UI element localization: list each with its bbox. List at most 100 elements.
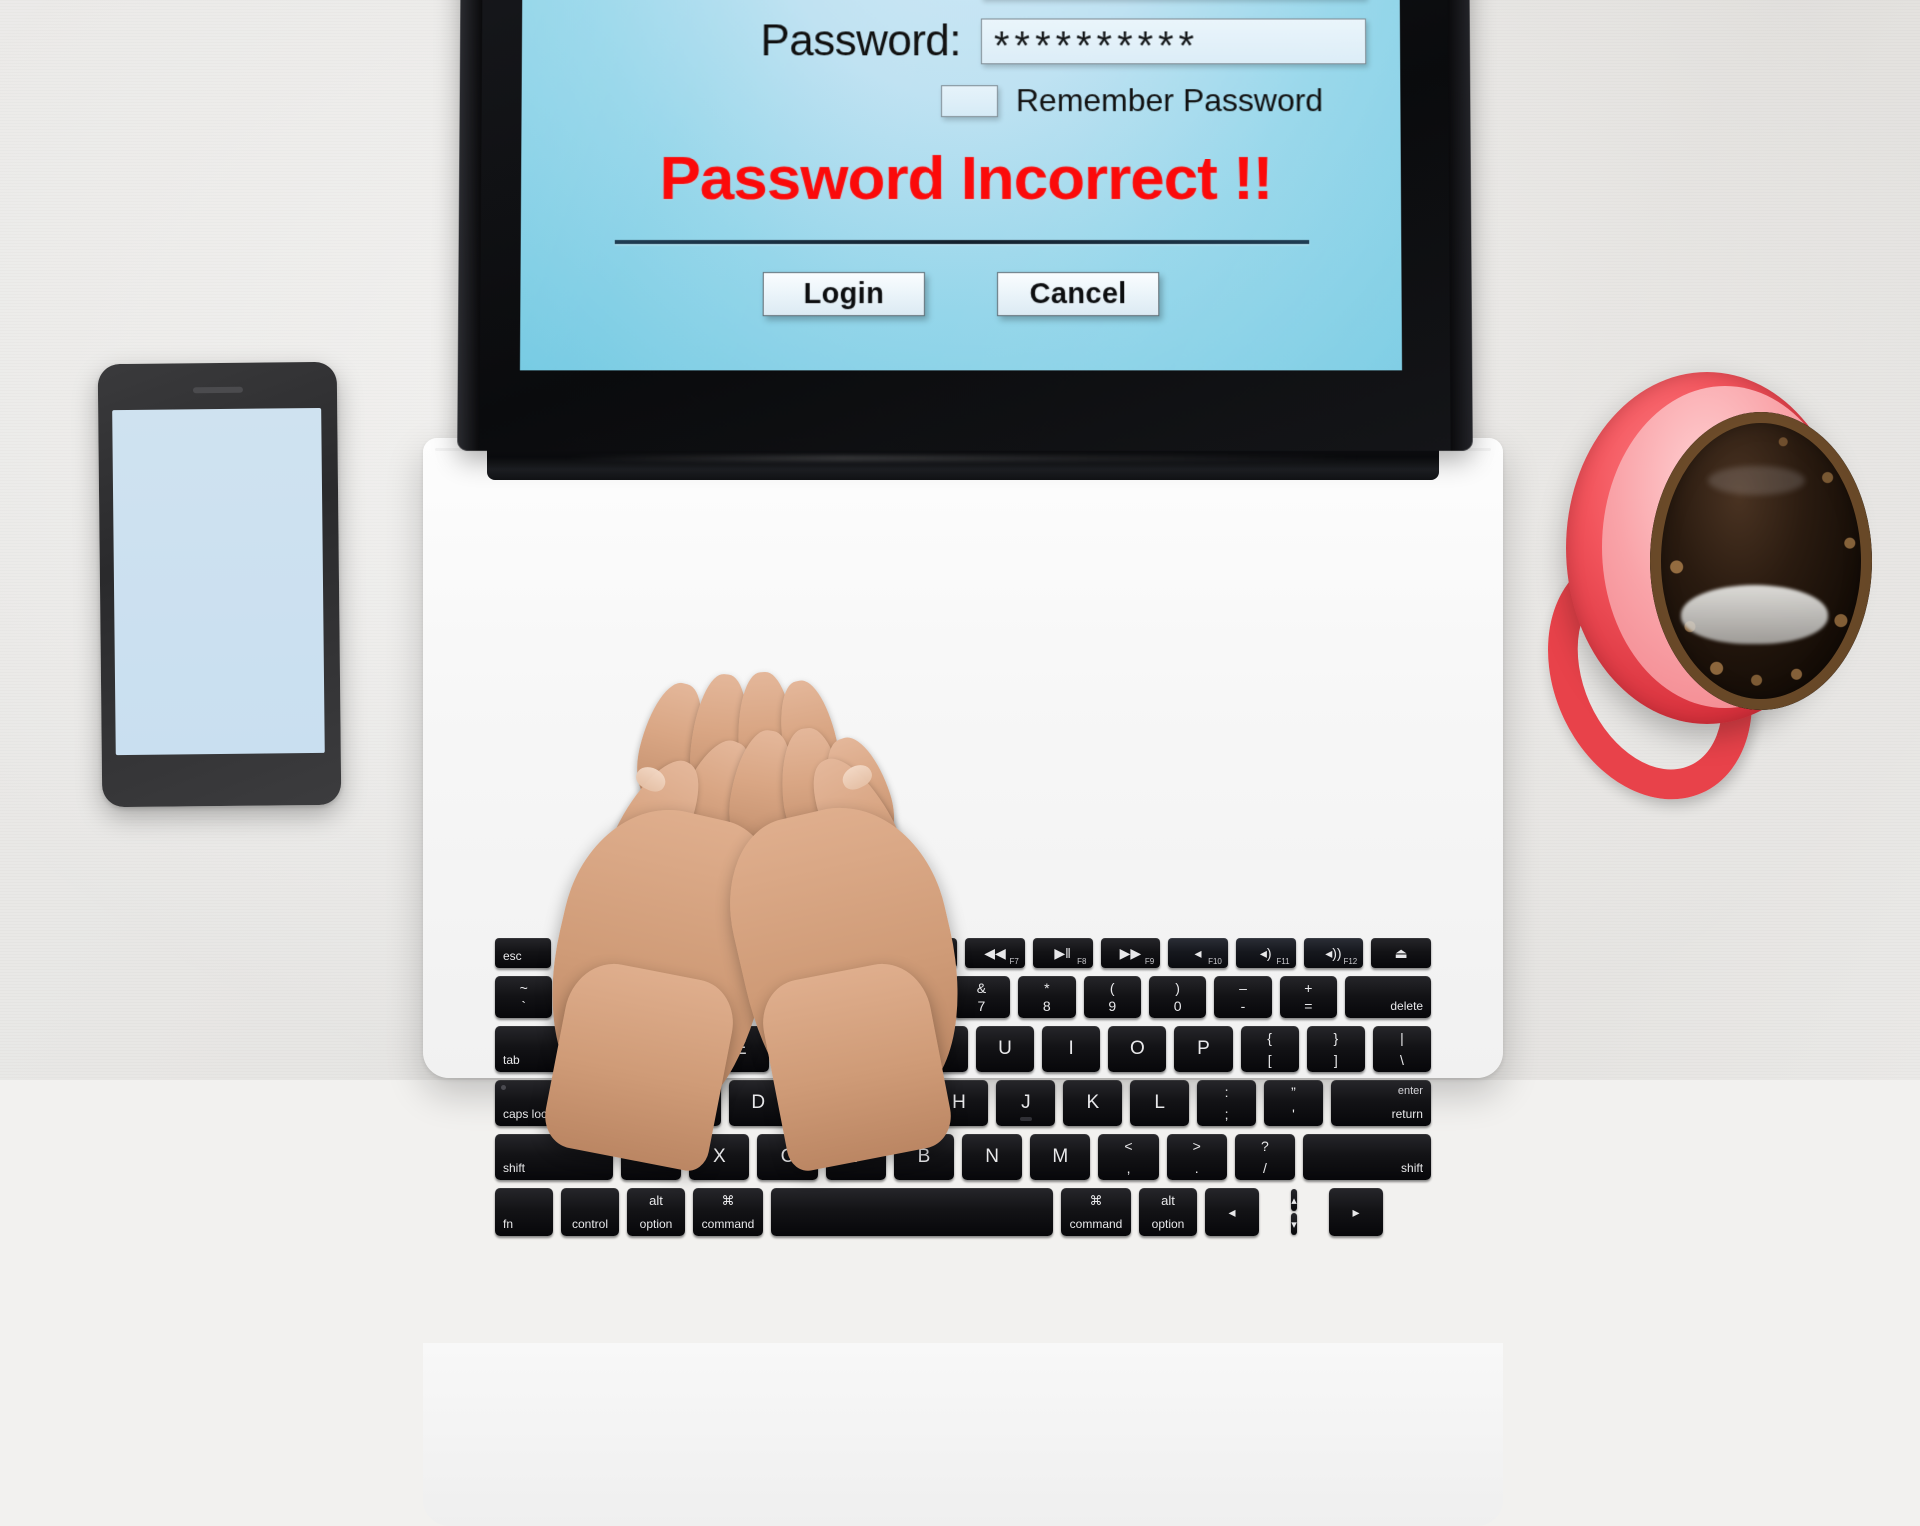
key-8-shift-label: * [1044,980,1050,996]
key-6[interactable]: ^ 6 [887,976,945,1018]
key-command-right[interactable]: ⌘ command [1061,1188,1131,1236]
key-arrow-up-down[interactable]: ▴ ▾ [1267,1188,1321,1236]
key-shift-left[interactable]: shift [495,1134,613,1180]
key-f11-volume-down[interactable]: ◂) F11 [1235,938,1296,968]
key-equals[interactable]: + = [1279,976,1338,1018]
key-x[interactable]: X [689,1134,750,1180]
coffee-mug[interactable] [1510,372,1872,832]
key-v[interactable]: V [825,1134,886,1180]
key-u[interactable]: U [975,1026,1035,1072]
key-delete[interactable]: delete [1345,976,1432,1018]
key-7[interactable]: & 7 [952,976,1011,1018]
key-f2-brightness-up[interactable]: ☀ F2 [626,938,687,968]
keyboard-number-row[interactable]: ~ ` ! 1 @2 #3 $4 % 5 ^ 6 & 7 * 8 (9 ) 0 – - + = d… [495,976,1432,1018]
dialog-button-row: Login Cancel [554,272,1367,317]
key-f4-launchpad[interactable]: ⓘ F4 [762,938,822,968]
key-y[interactable]: Y [909,1026,968,1072]
key-5[interactable]: % 5 [821,976,880,1018]
keyboard-home-row[interactable]: caps lock A S D F G H J K L :; ” ' enter r… [495,1080,1431,1126]
key-arrow-up[interactable]: ▴ [1291,1189,1297,1211]
key-h[interactable]: H [929,1080,989,1126]
key-s[interactable]: S [661,1080,721,1126]
key-fn[interactable]: fn [495,1188,553,1236]
key-z[interactable]: Z [621,1134,682,1180]
key-caps-lock[interactable]: caps lock [495,1080,587,1126]
cancel-button[interactable]: Cancel [997,272,1160,317]
key-space[interactable] [771,1188,1053,1236]
key-arrow-right[interactable]: ▸ [1329,1188,1383,1236]
key-backtick[interactable]: ~ ` [495,976,553,1018]
key-k[interactable]: K [1063,1080,1123,1126]
key-semicolon[interactable]: :; [1197,1080,1257,1126]
key-shift-right[interactable]: shift [1303,1134,1432,1180]
key-l[interactable]: L [1130,1080,1190,1126]
key-d[interactable]: D [728,1080,788,1126]
key-m[interactable]: M [1030,1134,1091,1180]
key-2[interactable]: @2 [625,976,684,1018]
key-c[interactable]: C [757,1134,818,1180]
key-eject[interactable]: ⏏ [1371,938,1431,968]
key-command-right-label: command [1069,1217,1123,1231]
key-f7-rewind[interactable]: ◀◀ F7 [965,938,1025,968]
key-4[interactable]: $4 [756,976,814,1018]
key-backslash-label: \ [1400,1052,1404,1068]
smartphone[interactable] [97,361,342,808]
keyboard-shift-row[interactable]: shift Z X C V B N M <, >. ? / shift [495,1134,1432,1180]
key-bracket-left[interactable]: {[ [1240,1026,1299,1072]
key-8[interactable]: * 8 [1018,976,1076,1018]
arrow-up-icon: ▴ [1291,1194,1297,1207]
key-q[interactable]: Q [579,1026,638,1072]
key-arrow-left[interactable]: ◂ [1205,1188,1259,1236]
key-control[interactable]: control [561,1188,619,1236]
key-bracket-right[interactable]: }] [1306,1026,1365,1072]
key-9[interactable]: (9 [1083,976,1141,1018]
key-p[interactable]: P [1174,1026,1233,1072]
key-arrow-down[interactable]: ▾ [1291,1213,1297,1235]
key-enter-return[interactable]: enter return [1330,1080,1431,1126]
key-f8-play-pause[interactable]: ▶‖ F8 [1032,938,1093,968]
laptop-screen[interactable]: Username: Username Password: ********** … [519,0,1403,371]
keyboard-top-row[interactable]: tab Q W E R T Y U I O P {[ }] | \ [495,1026,1432,1072]
key-f12-volume-up[interactable]: ◂)) F12 [1303,938,1364,968]
key-j[interactable]: J [996,1080,1056,1126]
key-f[interactable]: F [795,1080,855,1126]
key-e[interactable]: E [711,1026,770,1072]
keyboard[interactable]: esc ☀ F1 ☀ F2 ▤ F3 ⓘ F4 ⁙ F5 ⁙ F6 ◀◀ F7 ▶‖ F8 ▶▶… [495,938,1432,1244]
key-f5-keyboard-backlight-down[interactable]: ⁙ F5 [829,938,890,968]
key-tab[interactable]: tab [495,1026,571,1072]
key-f1-brightness-down[interactable]: ☀ F1 [559,938,619,968]
key-option-left[interactable]: alt option [627,1188,685,1236]
key-w[interactable]: W [645,1026,704,1072]
key-comma[interactable]: <, [1098,1134,1159,1180]
key-g[interactable]: G [862,1080,922,1126]
key-n[interactable]: N [962,1134,1023,1180]
key-period[interactable]: >. [1166,1134,1227,1180]
key-f6-keyboard-backlight-up[interactable]: ⁙ F6 [897,938,958,968]
login-button[interactable]: Login [762,272,925,317]
keyboard-bottom-row[interactable]: fn control alt option ⌘ command ⌘ command a… [495,1188,1431,1236]
key-option-right[interactable]: alt option [1139,1188,1197,1236]
key-r[interactable]: R [777,1026,836,1072]
phone-screen[interactable] [112,407,325,756]
key-o[interactable]: O [1108,1026,1167,1072]
key-t[interactable]: T [843,1026,902,1072]
key-i[interactable]: I [1042,1026,1101,1072]
key-quote[interactable]: ” ' [1264,1080,1323,1126]
key-3[interactable]: #3 [691,976,749,1018]
key-f10-mute[interactable]: ◂ F10 [1168,938,1228,968]
key-backslash[interactable]: | \ [1372,1026,1432,1072]
keyboard-function-row[interactable]: esc ☀ F1 ☀ F2 ▤ F3 ⓘ F4 ⁙ F5 ⁙ F6 ◀◀ F7 ▶‖ F8 ▶▶… [495,938,1431,968]
key-f3-mission-control[interactable]: ▤ F3 [694,938,755,968]
key-minus[interactable]: – - [1214,976,1272,1018]
key-0[interactable]: ) 0 [1148,976,1207,1018]
remember-password-row[interactable]: Remember Password [941,82,1367,119]
key-a[interactable]: A [595,1080,654,1126]
password-input[interactable]: ********** [980,18,1367,68]
remember-password-checkbox[interactable] [941,84,998,117]
key-esc[interactable]: esc [495,938,551,968]
key-slash[interactable]: ? / [1234,1134,1296,1180]
key-f9-fast-forward[interactable]: ▶▶ F9 [1100,938,1161,968]
key-b[interactable]: B [893,1134,955,1180]
key-1[interactable]: ! 1 [560,976,618,1018]
key-command-left[interactable]: ⌘ command [693,1188,763,1236]
